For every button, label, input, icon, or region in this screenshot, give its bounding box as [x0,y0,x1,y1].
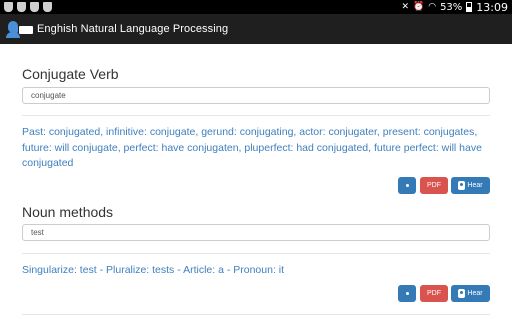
hear-label: Hear [467,182,483,189]
noun-title: Noun methods [22,204,114,220]
speaker-icon [458,181,466,190]
shield-icon [43,2,52,12]
divider [22,253,490,254]
notification-icons [4,2,52,12]
dot-icon [405,184,409,187]
noun-input[interactable]: test [22,224,490,241]
app-logo-icon[interactable] [6,18,34,40]
conjugate-action-button[interactable] [398,177,416,194]
speaker-icon [458,289,466,298]
divider [22,314,490,315]
dot-icon [405,292,409,295]
shield-icon [30,2,39,12]
status-bar: ✕ ⏰ ◠ 53% 13:09 [0,0,512,14]
wifi-icon: ◠ [428,2,437,12]
battery-percent: 53% [440,1,463,13]
noun-action-button[interactable] [398,285,416,302]
shield-icon [4,2,13,12]
alarm-icon: ⏰ [412,2,425,12]
battery-icon [466,2,473,12]
app-title: Enghish Natural Language Processing [37,23,229,35]
conjugate-input[interactable]: conjugate [22,87,490,104]
noun-hear-button[interactable]: Hear [451,285,490,302]
main-content: Conjugate Verb conjugate Past: conjugate… [0,44,512,320]
noun-pdf-button[interactable]: PDF [420,285,448,302]
clock: 13:09 [476,0,508,14]
conjugate-hear-button[interactable]: Hear [451,177,490,194]
conjugate-pdf-button[interactable]: PDF [420,177,448,194]
mute-icon: ✕ [401,2,409,12]
conjugate-result: Past: conjugated, infinitive: conjugate,… [22,126,482,169]
noun-result: Singularize: test - Pluralize: tests - A… [22,264,285,276]
hear-label: Hear [467,290,483,297]
shield-icon [17,2,26,12]
app-bar: Enghish Natural Language Processing [0,14,512,44]
divider [22,115,490,116]
conjugate-title: Conjugate Verb [22,66,119,82]
